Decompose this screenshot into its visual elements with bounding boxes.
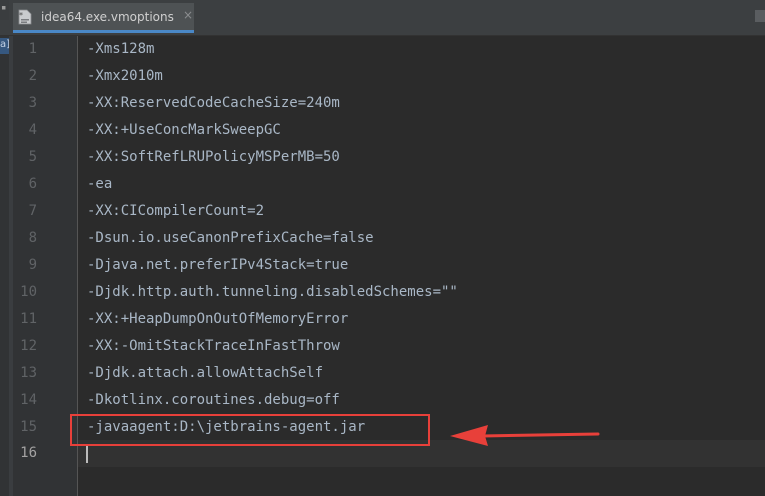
line-number: 11 bbox=[20, 311, 37, 327]
tab-title: idea64.exe.vmoptions bbox=[41, 10, 174, 24]
vmoptions-file-icon: * bbox=[18, 9, 32, 25]
line-number: 4 bbox=[28, 122, 37, 138]
code-line[interactable]: -Djdk.attach.allowAttachSelf bbox=[87, 360, 323, 387]
code-line[interactable]: -ea bbox=[87, 171, 112, 198]
line-number: 9 bbox=[28, 257, 37, 273]
line-number-current: 16 bbox=[20, 445, 37, 461]
ide-window: ▪ * idea64.exe.vmoptions × a] 1 2 3 4 5 … bbox=[0, 0, 765, 496]
code-line[interactable]: -Djdk.http.auth.tunneling.disabledScheme… bbox=[87, 279, 458, 306]
red-arrow-icon bbox=[450, 425, 600, 446]
line-number: 2 bbox=[28, 68, 37, 84]
editor-tab-bar: ▪ * idea64.exe.vmoptions × bbox=[0, 0, 765, 36]
tab-stub-glyph: ▪ bbox=[1, 3, 7, 13]
line-number: 7 bbox=[28, 203, 37, 219]
side-tool-badge[interactable]: a] bbox=[0, 38, 10, 54]
line-number: 8 bbox=[28, 230, 37, 246]
annotation-highlight-box bbox=[70, 414, 430, 446]
code-line[interactable]: -Xms128m bbox=[87, 36, 154, 63]
tab-close-icon[interactable]: × bbox=[183, 8, 193, 22]
side-tool-strip bbox=[0, 36, 9, 496]
line-number: 13 bbox=[20, 365, 37, 381]
code-line[interactable]: -XX:+UseConcMarkSweepGC bbox=[87, 117, 281, 144]
line-number: 12 bbox=[20, 338, 37, 354]
line-number: 6 bbox=[28, 176, 37, 192]
line-number: 1 bbox=[28, 41, 37, 57]
code-line[interactable]: -Xmx2010m bbox=[87, 63, 163, 90]
code-line[interactable]: -XX:SoftRefLRUPolicyMSPerMB=50 bbox=[87, 144, 340, 171]
line-number: 15 bbox=[20, 419, 37, 435]
code-line[interactable]: -XX:CICompilerCount=2 bbox=[87, 198, 264, 225]
text-caret bbox=[86, 444, 88, 463]
svg-text:*: * bbox=[19, 11, 23, 20]
line-number: 5 bbox=[28, 149, 37, 165]
line-number: 10 bbox=[20, 284, 37, 300]
code-line[interactable]: -Dsun.io.useCanonPrefixCache=false bbox=[87, 225, 374, 252]
tab-overflow-marker[interactable] bbox=[755, 10, 765, 22]
code-line[interactable]: -XX:-OmitStackTraceInFastThrow bbox=[87, 333, 340, 360]
code-line[interactable]: -Djava.net.preferIPv4Stack=true bbox=[87, 252, 348, 279]
code-line[interactable]: -XX:ReservedCodeCacheSize=240m bbox=[87, 90, 340, 117]
line-number: 3 bbox=[28, 95, 37, 111]
line-number: 14 bbox=[20, 392, 37, 408]
tab-idea64-vmoptions[interactable]: * idea64.exe.vmoptions × bbox=[13, 3, 194, 33]
code-line[interactable]: -XX:+HeapDumpOnOutOfMemoryError bbox=[87, 306, 348, 333]
collapsed-tab-stub[interactable]: ▪ bbox=[0, 0, 9, 20]
code-line[interactable]: -Dkotlinx.coroutines.debug=off bbox=[87, 387, 340, 414]
